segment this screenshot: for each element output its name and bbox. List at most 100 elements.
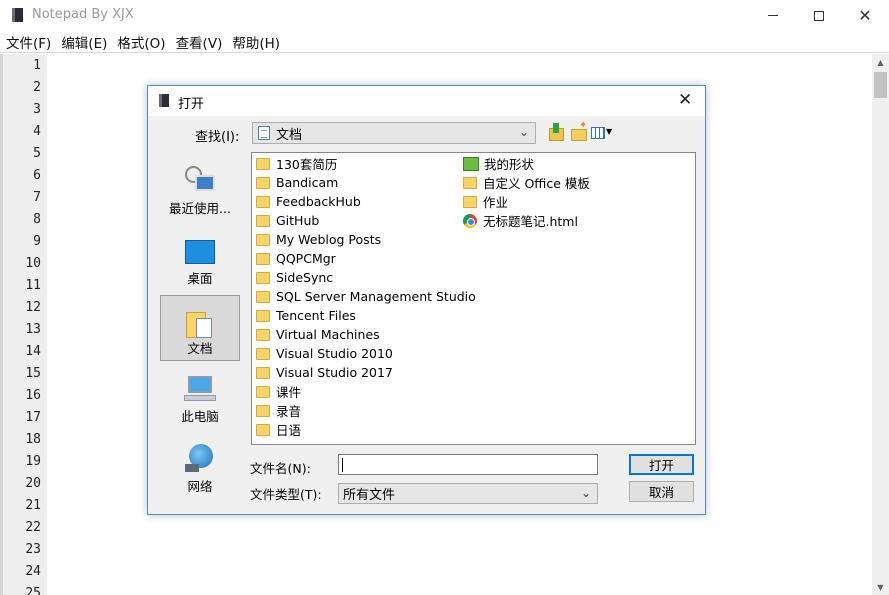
scroll-up-icon[interactable]: ▲ <box>872 54 889 71</box>
line-number: 21 <box>25 498 41 513</box>
view-menu-icon[interactable]: ▼ <box>591 124 613 141</box>
folder-icon <box>256 366 270 379</box>
list-item[interactable]: 无标题笔记.html <box>463 211 578 230</box>
menu-help[interactable]: 帮助(H) <box>232 32 280 52</box>
line-number: 2 <box>33 80 41 95</box>
list-item-label: 130套简历 <box>276 157 338 172</box>
network-icon <box>185 444 215 472</box>
folder-icon <box>256 195 270 208</box>
list-item[interactable]: SideSync <box>256 268 333 287</box>
folder-icon <box>256 347 270 360</box>
folder-icon <box>256 233 270 246</box>
list-item-label: GitHub <box>276 213 320 228</box>
line-number: 13 <box>25 322 41 337</box>
list-item[interactable]: My Weblog Posts <box>256 230 381 249</box>
list-item-label: Virtual Machines <box>276 327 380 342</box>
list-item[interactable]: Visual Studio 2010 <box>256 344 393 363</box>
menu-edit[interactable]: 编辑(E) <box>61 32 107 52</box>
vertical-scrollbar[interactable]: ▲ ▼ <box>872 54 889 595</box>
shapes-file-icon <box>463 156 479 171</box>
line-number: 19 <box>25 454 41 469</box>
scroll-thumb[interactable] <box>874 72 887 98</box>
file-list[interactable]: 130套简历 Bandicam FeedbackHub GitHub My Weblog… <box>251 152 696 445</box>
list-item-label: SideSync <box>276 270 334 285</box>
list-item[interactable]: 录音 <box>256 401 301 420</box>
line-number: 5 <box>33 146 41 161</box>
list-item[interactable]: FeedbackHub <box>256 192 361 211</box>
maximize-button[interactable] <box>796 0 842 31</box>
notebook-app-icon <box>159 94 169 107</box>
list-item[interactable]: 我的形状 <box>463 154 534 173</box>
place-documents[interactable]: 文档 <box>160 295 240 361</box>
list-item[interactable]: GitHub <box>256 211 319 230</box>
line-number: 3 <box>33 102 41 117</box>
place-network[interactable]: 网络 <box>160 432 240 498</box>
line-number: 17 <box>25 410 41 425</box>
line-number: 11 <box>25 278 41 293</box>
place-label: 文档 <box>187 341 213 356</box>
close-button[interactable]: ✕ <box>842 0 888 31</box>
line-number: 25 <box>25 586 41 595</box>
minimize-icon <box>768 15 778 16</box>
line-number: 12 <box>25 300 41 315</box>
list-item[interactable]: Tencent Files <box>256 306 356 325</box>
line-number: 10 <box>25 256 41 271</box>
file-type-combo[interactable]: 所有文件 ⌄ <box>338 483 598 504</box>
list-item-label: Tencent Files <box>276 308 356 323</box>
look-in-combo[interactable]: 文档 ⌄ <box>252 122 536 144</box>
cancel-button[interactable]: 取消 <box>629 481 694 502</box>
list-item[interactable]: Visual Studio 2017 <box>256 363 393 382</box>
folder-icon <box>256 176 270 189</box>
list-item-label: 课件 <box>276 385 302 400</box>
folder-icon <box>256 157 270 170</box>
list-item-label: Visual Studio 2017 <box>276 365 393 380</box>
place-desktop[interactable]: 桌面 <box>160 222 240 288</box>
file-name-label: 文件名(N): <box>250 461 311 476</box>
place-label: 桌面 <box>187 271 213 286</box>
open-button[interactable]: 打开 <box>629 454 694 475</box>
up-one-level-icon[interactable] <box>547 123 564 141</box>
menu-view[interactable]: 查看(V) <box>176 32 223 52</box>
dialog-title-bar: 打开 ✕ <box>148 86 705 116</box>
dialog-close-icon[interactable]: ✕ <box>678 90 692 110</box>
list-item[interactable]: 130套简历 <box>256 154 337 173</box>
list-item[interactable]: Virtual Machines <box>256 325 380 344</box>
menu-format[interactable]: 格式(O) <box>117 32 165 52</box>
line-number: 4 <box>33 124 41 139</box>
folder-icon <box>256 309 270 322</box>
folder-icon <box>463 176 477 189</box>
line-number: 14 <box>25 344 41 359</box>
place-label: 此电脑 <box>181 409 219 424</box>
new-folder-icon[interactable] <box>570 120 587 141</box>
maximize-icon <box>814 10 824 21</box>
notebook-app-icon <box>12 8 23 22</box>
list-item-label: 自定义 Office 模板 <box>483 176 590 191</box>
place-label: 网络 <box>187 479 213 494</box>
list-item-label: FeedbackHub <box>276 194 361 209</box>
list-item[interactable]: Bandicam <box>256 173 338 192</box>
title-bar: Notepad By XJX ✕ <box>0 0 889 31</box>
list-item[interactable]: QQPCMgr <box>256 249 336 268</box>
folder-icon <box>256 423 270 436</box>
scroll-down-icon[interactable]: ▼ <box>872 579 889 595</box>
window-title: Notepad By XJX <box>32 7 134 22</box>
documents-icon <box>186 308 214 340</box>
file-name-input[interactable] <box>338 454 598 475</box>
list-item-label: Bandicam <box>276 175 339 190</box>
file-type-label: 文件类型(T): <box>250 487 322 502</box>
place-this-pc[interactable]: 此电脑 <box>160 362 240 428</box>
list-item[interactable]: SQL Server Management Studio <box>256 287 476 306</box>
folder-icon <box>256 290 270 303</box>
list-item[interactable]: 作业 <box>463 192 508 211</box>
list-item[interactable]: 课件 <box>256 382 301 401</box>
list-item[interactable]: 自定义 Office 模板 <box>463 173 590 192</box>
place-recent[interactable]: 最近使用... <box>160 152 240 218</box>
menu-file[interactable]: 文件(F) <box>6 32 51 52</box>
open-file-dialog: 打开 ✕ 查找(I): 文档 ⌄ ▼ 最近使用... 桌面 文档 此电脑 网络 <box>147 85 706 515</box>
documents-small-icon <box>258 126 270 140</box>
list-item-label: Visual Studio 2010 <box>276 346 393 361</box>
minimize-button[interactable] <box>750 0 796 31</box>
list-item[interactable]: 日语 <box>256 420 301 439</box>
list-item-label: SQL Server Management Studio <box>276 289 476 304</box>
look-in-label: 查找(I): <box>195 130 240 145</box>
